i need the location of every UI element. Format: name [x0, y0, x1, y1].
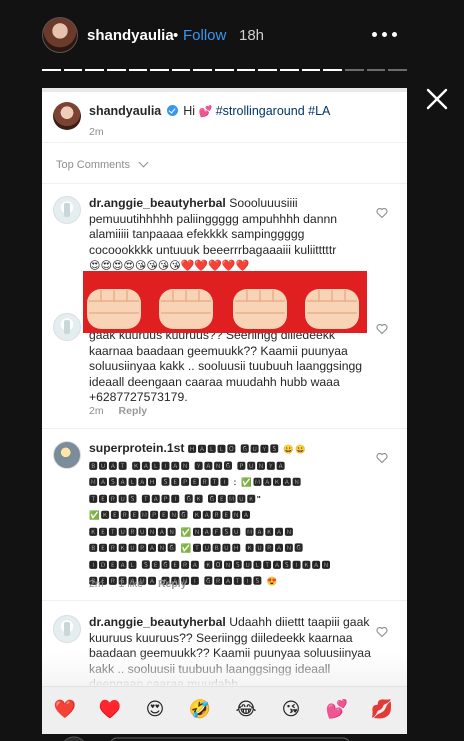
divider — [42, 183, 407, 184]
comment-line: 🅱🅴🆁🅺🆄🆁🅰🅽🅶 ✅🆃🆄🅱🆄🅷 🅺🆄🆁🅰🅽🅶 — [89, 543, 305, 553]
comment-line: 🅷🅰🅻🅻🅾 🅶🆄🆈🆂 😀😀 — [187, 444, 308, 454]
divider — [42, 600, 407, 601]
caption-hi: Hi — [183, 104, 196, 118]
comment-meta: 2m Reply — [89, 405, 159, 417]
heart-outline-icon[interactable] — [376, 207, 388, 219]
story-media-screenshot[interactable]: shandyaulia Hi 💕 #strollingaround #LA 2m… — [42, 88, 407, 734]
story-progress-bar — [42, 69, 407, 72]
emoji-reaction-button[interactable]: 😍 — [143, 698, 167, 722]
comment-username[interactable]: dr.anggie_beautyherbal — [89, 196, 226, 210]
comment-meta: 2m 1 like Reply — [89, 578, 199, 590]
heart-outline-icon[interactable] — [376, 452, 388, 464]
emoji-reaction-button[interactable]: 💋 — [370, 698, 394, 722]
chevron-down-icon — [138, 157, 149, 168]
caption-hashtags[interactable]: #strollingaround #LA — [216, 104, 331, 118]
close-icon[interactable] — [424, 86, 450, 112]
progress-segment — [85, 69, 104, 71]
emoji-reaction-button[interactable]: ❤️ — [53, 698, 77, 722]
comment-line: ✅🅺🅴🆁🅴🅼🅿🅴🅽🅶 🅺🅰🆁🅴🅽🅰 — [89, 510, 252, 520]
comment-avatar[interactable] — [53, 441, 81, 469]
reply-button[interactable]: Reply — [119, 405, 148, 417]
fist-icon — [233, 289, 287, 329]
story-username[interactable]: shandyaulia — [87, 27, 174, 44]
progress-segment — [323, 69, 342, 71]
progress-segment — [150, 69, 169, 71]
progress-segment — [301, 69, 321, 71]
comment-avatar[interactable] — [53, 196, 81, 224]
hearts-emoji: 💕 — [198, 105, 213, 118]
reply-button[interactable]: Reply — [158, 578, 187, 590]
emoji-reaction-button[interactable]: 💕 — [325, 698, 349, 722]
progress-segment — [171, 69, 191, 71]
emoji-reaction-button[interactable]: 😘 — [279, 698, 303, 722]
progress-segment — [42, 69, 61, 71]
separator-dot: • — [173, 27, 179, 44]
comment-age: 2m — [89, 405, 104, 417]
comment-line: 🅼🅰🆂🅰🅻🅰🅷 🆂🅴🅿🅴🆁🆃🅸 : ✅🅼🅰🅺🅰🅽 — [89, 477, 303, 487]
reply-bar-edge — [63, 736, 350, 741]
more-icon[interactable] — [372, 32, 398, 38]
comment-line: 🅸🅳🅴🅰🅻 🆂🅴🅶🅴🆁🅰 🅺🅾🅽🆂🆄🅻🆃🅰🆂🅸🅺🅰🅽 — [89, 559, 332, 570]
fist-banner — [83, 271, 367, 333]
progress-segment — [388, 69, 407, 71]
emoji-reaction-bar: ❤️ ♥️ 😍 🤣 😂 😘 💕 💋 — [42, 686, 407, 734]
comment-line: 🆃🅴🆁🆄🆂 🆃🅰🅿🅸 🅶🅺 🅶🅴🅼🆄🅺" — [89, 493, 263, 504]
story-avatar[interactable] — [42, 17, 78, 53]
comment-username[interactable]: superprotein.1st — [89, 441, 185, 455]
divider — [42, 428, 407, 429]
comment-avatar[interactable] — [53, 615, 81, 643]
progress-segment — [193, 69, 213, 71]
comment-age: 2m — [89, 578, 104, 590]
progress-segment — [280, 69, 299, 71]
comment-text: superprotein.1st 🅷🅰🅻🅻🅾 🅶🆄🆈🆂 😀😀 🅱🆄🅰🆃 🅺🅰🅻🅸… — [89, 441, 371, 590]
fist-icon — [159, 289, 213, 329]
top-comments-label: Top Comments — [56, 159, 130, 171]
progress-segment — [63, 69, 83, 71]
comment-body: gaak kuuruus kuuruus?? Seeriingg diilede… — [89, 328, 363, 404]
progress-segment — [236, 69, 256, 71]
post-age: 2m — [89, 126, 104, 138]
progress-segment — [106, 69, 126, 71]
fist-icon — [87, 289, 141, 329]
comment-line: 🅱🆄🅰🆃 🅺🅰🅻🅸🅰🅽 🆈🅰🅽🅶 🅿🆄🅽🆈🅰 — [89, 460, 287, 471]
progress-segment — [366, 69, 386, 71]
comment-line: 🅺🅴🆃🆄🆁🆄🅽🅰🅽 ✅🅽🅰🅵🆂🆄 🅼🅰🅺🅰🅽 — [89, 526, 295, 537]
comment-username[interactable]: dr.anggie_beautyherbal — [89, 615, 226, 629]
fist-icon — [305, 289, 359, 329]
story-header: shandyaulia • Follow 18h — [0, 0, 464, 70]
progress-segment — [128, 69, 148, 71]
post-avatar[interactable] — [53, 102, 81, 130]
post-username[interactable]: shandyaulia — [89, 104, 161, 118]
progress-segment — [344, 69, 364, 71]
post-caption: shandyaulia Hi 💕 #strollingaround #LA — [89, 104, 330, 118]
emoji-reaction-button[interactable]: ♥️ — [98, 698, 122, 722]
verified-badge-icon — [166, 105, 178, 116]
comment-text: dr.anggie_beautyherbal Soooluuusiiii pem… — [89, 196, 371, 274]
emoji-reaction-button[interactable]: 🤣 — [188, 698, 212, 722]
comment-avatar[interactable] — [53, 313, 81, 341]
progress-segment — [258, 69, 278, 71]
post-header: shandyaulia Hi 💕 #strollingaround #LA 2m — [42, 92, 407, 142]
comment-likes[interactable]: 1 like — [119, 578, 144, 590]
emoji-reaction-button[interactable]: 😂 — [234, 698, 258, 722]
progress-segment — [215, 69, 234, 71]
content-fade — [42, 653, 407, 687]
top-comments-toggle[interactable]: Top Comments — [42, 143, 407, 183]
follow-button[interactable]: Follow — [183, 27, 226, 44]
heart-outline-icon[interactable] — [376, 323, 388, 335]
heart-outline-icon[interactable] — [376, 626, 388, 638]
story-time: 18h — [239, 27, 265, 44]
